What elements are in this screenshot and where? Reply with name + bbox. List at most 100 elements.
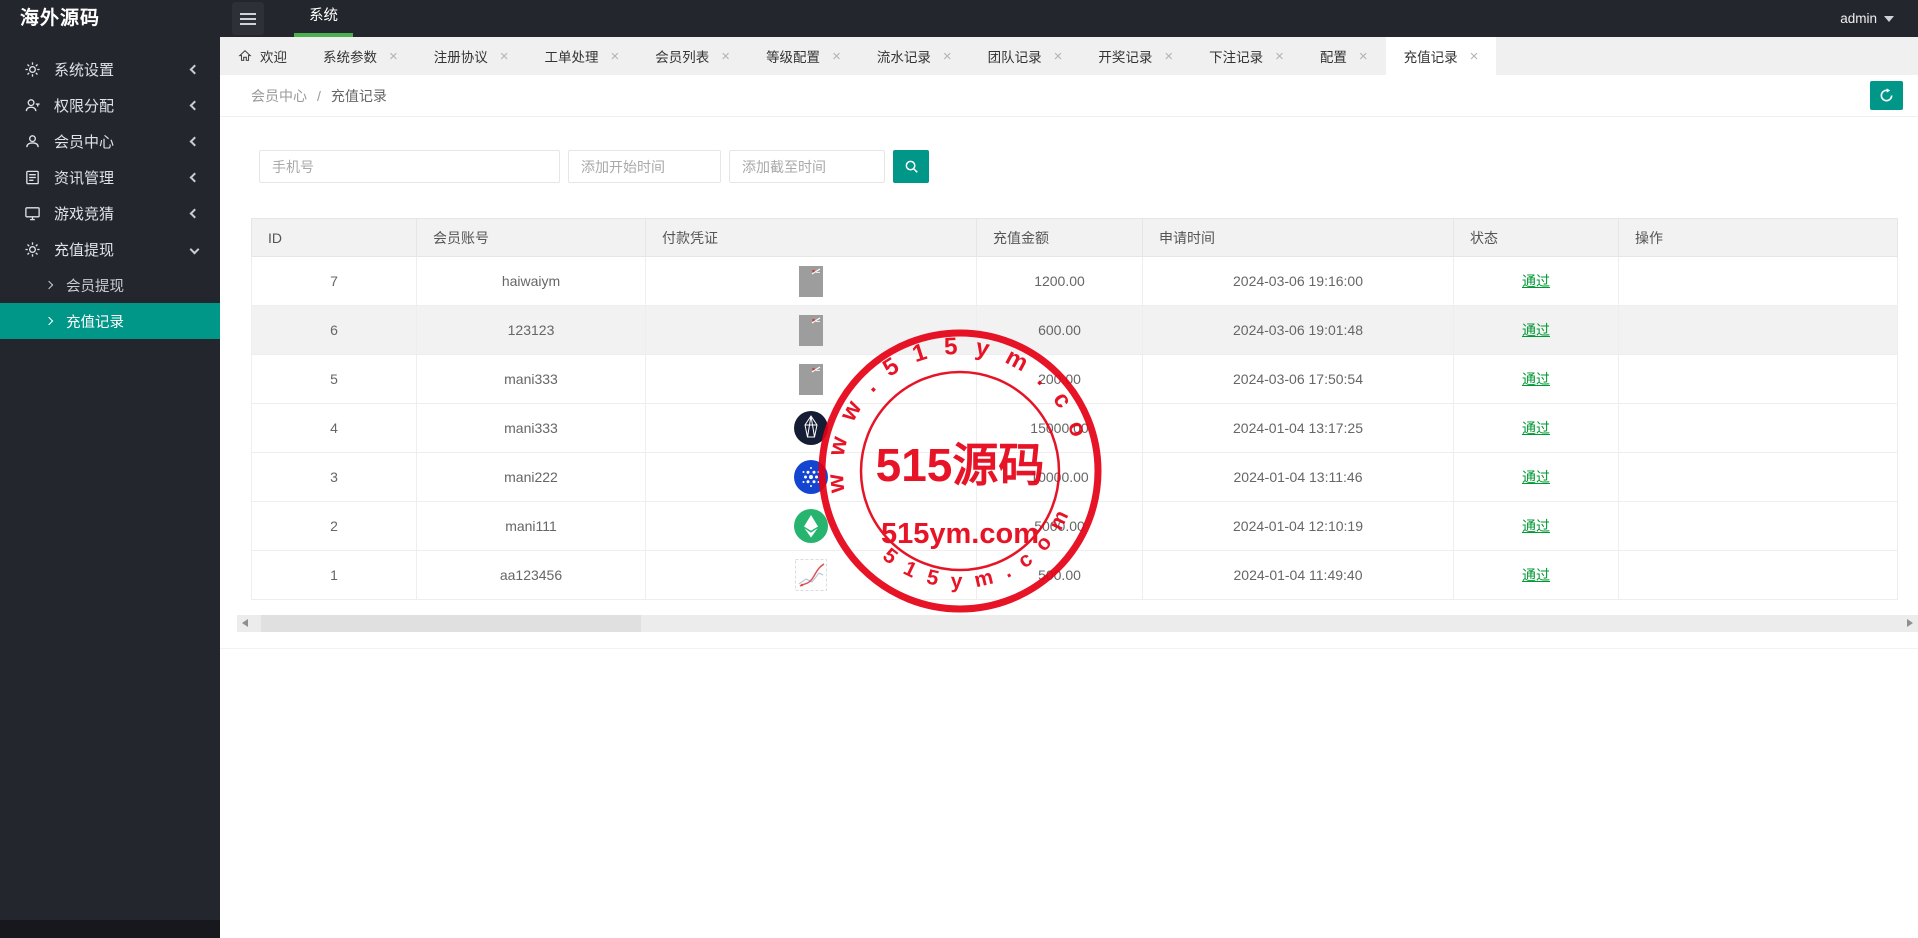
- records-table-wrap: ID 会员账号 付款凭证 充值金额 申请时间 状态 操作 7 haiwaiym 1200.00 2…: [251, 218, 1898, 600]
- cell-operation: [1618, 354, 1898, 404]
- user-menu[interactable]: admin: [1840, 11, 1894, 26]
- column-header: 付款凭证: [645, 218, 977, 257]
- start-time-input[interactable]: [568, 150, 721, 183]
- sidebar-subitem[interactable]: 会员提现: [0, 267, 220, 303]
- column-header: 会员账号: [416, 218, 646, 257]
- status-pass-link[interactable]: 通过: [1522, 273, 1550, 289]
- cell-amount: 200.00: [976, 354, 1143, 404]
- caret-down-icon: [1884, 15, 1894, 22]
- cell-id: 1: [251, 550, 417, 600]
- sidebar-item[interactable]: 充值提现: [0, 231, 220, 267]
- status-pass-link[interactable]: 通过: [1522, 469, 1550, 485]
- tab-item[interactable]: 欢迎: [220, 37, 305, 75]
- payment-voucher-eos-coin[interactable]: [794, 411, 828, 445]
- topbar: 系统 admin: [220, 0, 1918, 37]
- status-pass-link[interactable]: 通过: [1522, 420, 1550, 436]
- horizontal-scrollbar[interactable]: [237, 615, 1918, 632]
- close-icon[interactable]: ×: [1054, 49, 1063, 64]
- close-icon[interactable]: ×: [943, 49, 952, 64]
- scroll-left-arrow-icon[interactable]: [242, 619, 248, 627]
- cell-id: 5: [251, 354, 417, 404]
- gear-icon: [24, 61, 41, 78]
- hamburger-menu-icon[interactable]: [232, 2, 264, 35]
- tab-label: 下注记录: [1209, 50, 1264, 65]
- sidebar-item[interactable]: 资讯管理: [0, 159, 220, 195]
- close-icon[interactable]: ×: [500, 49, 509, 64]
- topbar-tab-system[interactable]: 系统: [294, 0, 353, 37]
- status-pass-link[interactable]: 通过: [1522, 567, 1550, 583]
- payment-voucher-cardano-coin[interactable]: [794, 460, 828, 494]
- close-icon[interactable]: ×: [1275, 49, 1284, 64]
- cell-operation: [1618, 452, 1898, 502]
- close-icon[interactable]: ×: [389, 49, 398, 64]
- cell-id: 7: [251, 256, 417, 306]
- tab-active[interactable]: 充值记录 ×: [1385, 37, 1497, 75]
- refresh-button[interactable]: [1870, 81, 1903, 110]
- tab-item[interactable]: 下注记录 ×: [1191, 37, 1302, 75]
- sidebar-footer-bar: [0, 920, 220, 938]
- column-header: ID: [251, 218, 417, 257]
- payment-voucher-image-placeholder[interactable]: [799, 314, 823, 346]
- cell-operation: [1618, 305, 1898, 355]
- cell-time: 2024-03-06 17:50:54: [1142, 354, 1454, 404]
- sidebar: 海外源码 系统设置 权限分配 会员中心 资讯管理 游戏竞猜 充值提现 会员提现 充值记录: [0, 0, 220, 938]
- payment-voucher-ethereum-coin[interactable]: [794, 509, 828, 543]
- cell-amount: 1200.00: [976, 256, 1143, 306]
- tab-item[interactable]: 会员列表 ×: [637, 37, 748, 75]
- cell-voucher: [645, 403, 977, 453]
- search-button[interactable]: [893, 150, 929, 183]
- table-row: 4 mani333 15000.00 2024-01-04 13:17:25 通过: [251, 403, 1898, 453]
- cell-operation: [1618, 550, 1898, 600]
- breadcrumb-parent[interactable]: 会员中心: [251, 86, 307, 106]
- sidebar-menu: 系统设置权限分配会员中心资讯管理游戏竞猜 充值提现 会员提现 充值记录: [0, 51, 220, 339]
- close-icon[interactable]: ×: [1359, 49, 1368, 64]
- tab-item[interactable]: 注册协议 ×: [416, 37, 527, 75]
- tab-label: 等级配置: [766, 50, 821, 65]
- cell-id: 2: [251, 501, 417, 551]
- tab-item[interactable]: 配置 ×: [1302, 37, 1386, 75]
- cell-id: 3: [251, 452, 417, 502]
- recharge-records-table: ID 会员账号 付款凭证 充值金额 申请时间 状态 操作 7 haiwaiym 1200.00 2…: [251, 218, 1898, 600]
- close-icon[interactable]: ×: [611, 49, 620, 64]
- tab-item[interactable]: 系统参数 ×: [305, 37, 416, 75]
- column-header: 申请时间: [1142, 218, 1454, 257]
- cell-account: mani222: [416, 452, 646, 502]
- tab-item[interactable]: 团队记录 ×: [970, 37, 1081, 75]
- sidebar-item[interactable]: 权限分配: [0, 87, 220, 123]
- tab-item[interactable]: 流水记录 ×: [859, 37, 970, 75]
- user-name: admin: [1840, 11, 1877, 26]
- close-icon[interactable]: ×: [1470, 49, 1479, 64]
- user-icon: [24, 133, 41, 150]
- sidebar-item-label: 资讯管理: [54, 169, 115, 187]
- sidebar-item[interactable]: 游戏竞猜: [0, 195, 220, 231]
- phone-input[interactable]: [259, 150, 560, 183]
- payment-voucher-chart-image[interactable]: [795, 559, 827, 591]
- sidebar-item[interactable]: 系统设置: [0, 51, 220, 87]
- sidebar-item-label: 会员中心: [54, 133, 115, 151]
- sidebar-item[interactable]: 会员中心: [0, 123, 220, 159]
- payment-voucher-image-placeholder[interactable]: [799, 265, 823, 297]
- close-icon[interactable]: ×: [832, 49, 841, 64]
- close-icon[interactable]: ×: [1164, 49, 1173, 64]
- cell-status: 通过: [1453, 354, 1619, 404]
- sidebar-subitem[interactable]: 充值记录: [0, 303, 220, 339]
- table-row: 2 mani111 5000.00 2024-01-04 12:10:19 通过: [251, 501, 1898, 551]
- close-icon[interactable]: ×: [721, 49, 730, 64]
- breadcrumb-bar: 会员中心 / 充值记录: [220, 75, 1918, 117]
- end-time-input[interactable]: [729, 150, 885, 183]
- status-pass-link[interactable]: 通过: [1522, 322, 1550, 338]
- payment-voucher-image-placeholder[interactable]: [799, 363, 823, 395]
- cell-time: 2024-01-04 13:11:46: [1142, 452, 1454, 502]
- table-header-row: ID 会员账号 付款凭证 充值金额 申请时间 状态 操作: [251, 218, 1898, 257]
- tab-item[interactable]: 开奖记录 ×: [1080, 37, 1191, 75]
- chevron-right-icon: [44, 316, 54, 326]
- status-pass-link[interactable]: 通过: [1522, 371, 1550, 387]
- tab-item[interactable]: 等级配置 ×: [748, 37, 859, 75]
- status-pass-link[interactable]: 通过: [1522, 518, 1550, 534]
- tab-item[interactable]: 工单处理 ×: [527, 37, 638, 75]
- table-row: 3 mani222 10000.00 2024-01-04 13:11:46 通过: [251, 452, 1898, 502]
- scroll-right-arrow-icon[interactable]: [1907, 619, 1913, 627]
- sidebar-item-label: 系统设置: [54, 61, 115, 79]
- cell-status: 通过: [1453, 403, 1619, 453]
- scrollbar-thumb[interactable]: [261, 615, 641, 632]
